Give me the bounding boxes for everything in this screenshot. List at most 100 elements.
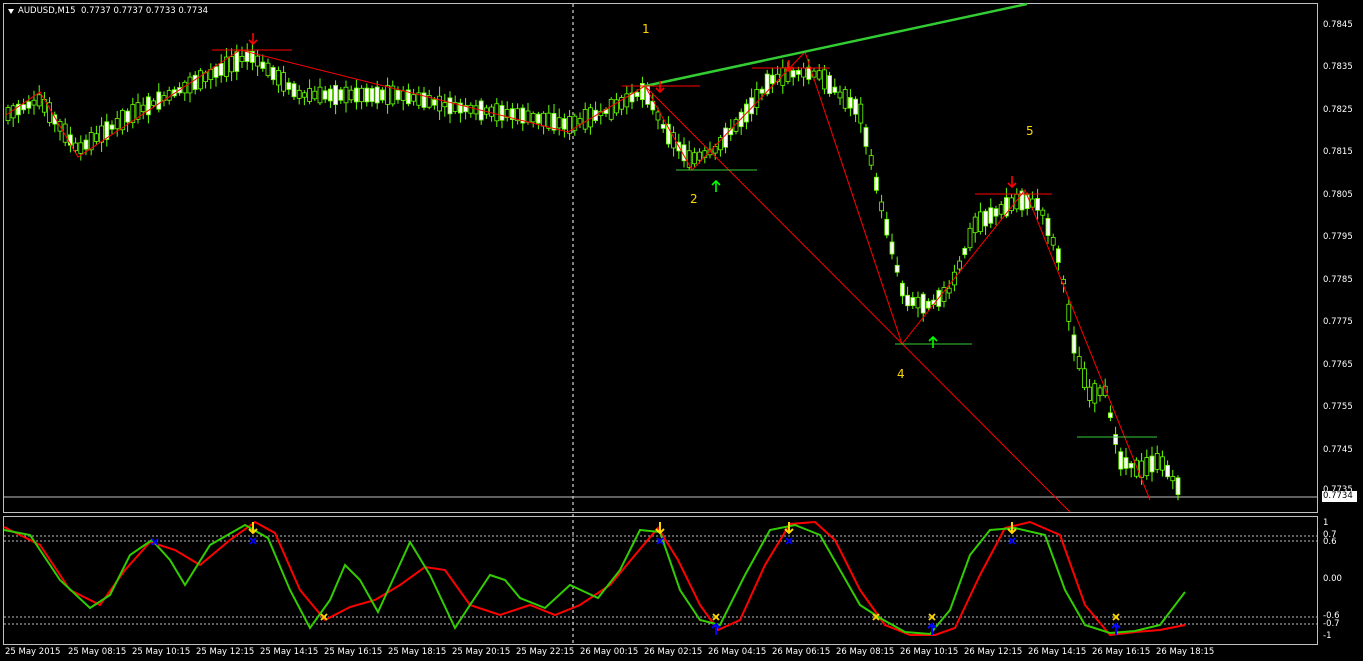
candle-body <box>369 88 375 102</box>
candle-body <box>660 123 666 129</box>
wave-label-2: 2 <box>690 192 698 206</box>
candle-body <box>1170 476 1176 482</box>
candle-body <box>234 51 240 72</box>
candle-body <box>21 104 27 111</box>
candle-body <box>499 105 505 121</box>
candle-body <box>832 86 838 93</box>
time-label: 25 May 14:15 <box>260 647 319 657</box>
candle-body <box>525 110 531 123</box>
candle-body <box>94 133 99 142</box>
candle-body <box>1154 453 1160 470</box>
candle-body <box>353 87 359 103</box>
candle-body <box>998 204 1004 215</box>
candle-body <box>447 97 453 115</box>
candle-body <box>218 63 224 76</box>
osc-label: -0.7 <box>1323 619 1340 629</box>
time-label: 25 May 22:15 <box>516 647 575 657</box>
price-label: 0.7835 <box>1323 62 1353 72</box>
candle-body <box>359 87 365 103</box>
candle-body <box>1076 356 1082 370</box>
candle-body <box>494 103 500 122</box>
candle-body <box>317 86 323 104</box>
candle-body <box>988 207 994 224</box>
candle-body <box>967 227 973 249</box>
candle-body <box>1056 248 1061 263</box>
candle-body <box>562 118 567 130</box>
candle-body <box>26 101 32 109</box>
wave-label-5: 5 <box>1026 124 1034 138</box>
candle-body <box>993 208 999 217</box>
candle-body <box>192 74 198 90</box>
candle-body <box>333 85 339 105</box>
candle-body <box>1071 334 1077 354</box>
candle-body <box>983 210 988 227</box>
candle-body <box>229 56 235 73</box>
candle-body <box>770 74 775 84</box>
candle-body <box>307 88 313 102</box>
candle-body <box>411 94 417 102</box>
time-label: 26 May 18:15 <box>1156 647 1215 657</box>
candle-body <box>530 112 536 123</box>
candle-body <box>900 282 905 297</box>
zigzag-line <box>5 49 1151 501</box>
candle-body <box>879 201 884 212</box>
candle-body <box>244 50 250 62</box>
candle-body <box>1092 383 1098 404</box>
candle-body <box>1097 387 1103 396</box>
candle-body <box>858 103 864 124</box>
candle-body <box>255 55 261 67</box>
time-label: 26 May 02:15 <box>644 647 703 657</box>
candle-body <box>213 66 219 78</box>
candlesticks <box>5 42 1181 501</box>
candle-body <box>822 69 827 90</box>
candle-body <box>145 96 151 116</box>
candle-body <box>801 67 806 78</box>
osc-label: 0.00 <box>1323 574 1342 584</box>
candle-body <box>1160 456 1165 471</box>
time-label: 26 May 06:15 <box>772 647 831 657</box>
osc-label: 0.6 <box>1323 537 1337 547</box>
time-label: 26 May 10:15 <box>900 647 959 657</box>
price-label: 0.7775 <box>1323 317 1353 327</box>
time-label: 25 May 16:15 <box>324 647 383 657</box>
candle-body <box>270 67 276 81</box>
candle-body <box>208 69 214 81</box>
candle-body <box>853 98 858 115</box>
time-label: 26 May 08:15 <box>836 647 895 657</box>
buy-arrow-icon <box>928 335 938 348</box>
price-label: 0.7745 <box>1323 445 1353 455</box>
time-label: 26 May 04:15 <box>708 647 767 657</box>
candle-body <box>489 106 495 117</box>
candle-body <box>816 70 822 80</box>
candle-body <box>848 97 853 109</box>
candle-body <box>926 300 931 309</box>
candle-body <box>125 110 130 123</box>
candle-body <box>1175 477 1181 495</box>
candle-body <box>1123 457 1129 469</box>
candle-body <box>920 293 926 314</box>
candle-body <box>1040 209 1046 216</box>
candle-body <box>140 104 146 113</box>
candle-body <box>536 113 541 124</box>
time-label: 25 May 20:15 <box>452 647 511 657</box>
candle-body <box>31 99 37 106</box>
oscillator-lines <box>3 520 1186 637</box>
candle-body <box>187 76 193 94</box>
candle-body <box>312 90 318 100</box>
price-chart-canvas[interactable] <box>0 0 1363 661</box>
current-price-box: 0.7734 <box>1322 491 1357 502</box>
candle-body <box>1087 386 1092 401</box>
candle-body <box>156 91 162 110</box>
time-label: 26 May 12:15 <box>964 647 1023 657</box>
candle-body <box>1024 194 1030 210</box>
candle-body <box>868 155 874 166</box>
candle-body <box>541 112 546 127</box>
candle-body <box>473 105 479 115</box>
candle-body <box>634 91 640 97</box>
candle-body <box>343 86 349 104</box>
candle-body <box>915 296 921 309</box>
candle-body <box>281 72 287 92</box>
candle-body <box>1165 464 1170 478</box>
chart-drawings <box>5 2 1157 513</box>
trend-line <box>644 2 1028 88</box>
